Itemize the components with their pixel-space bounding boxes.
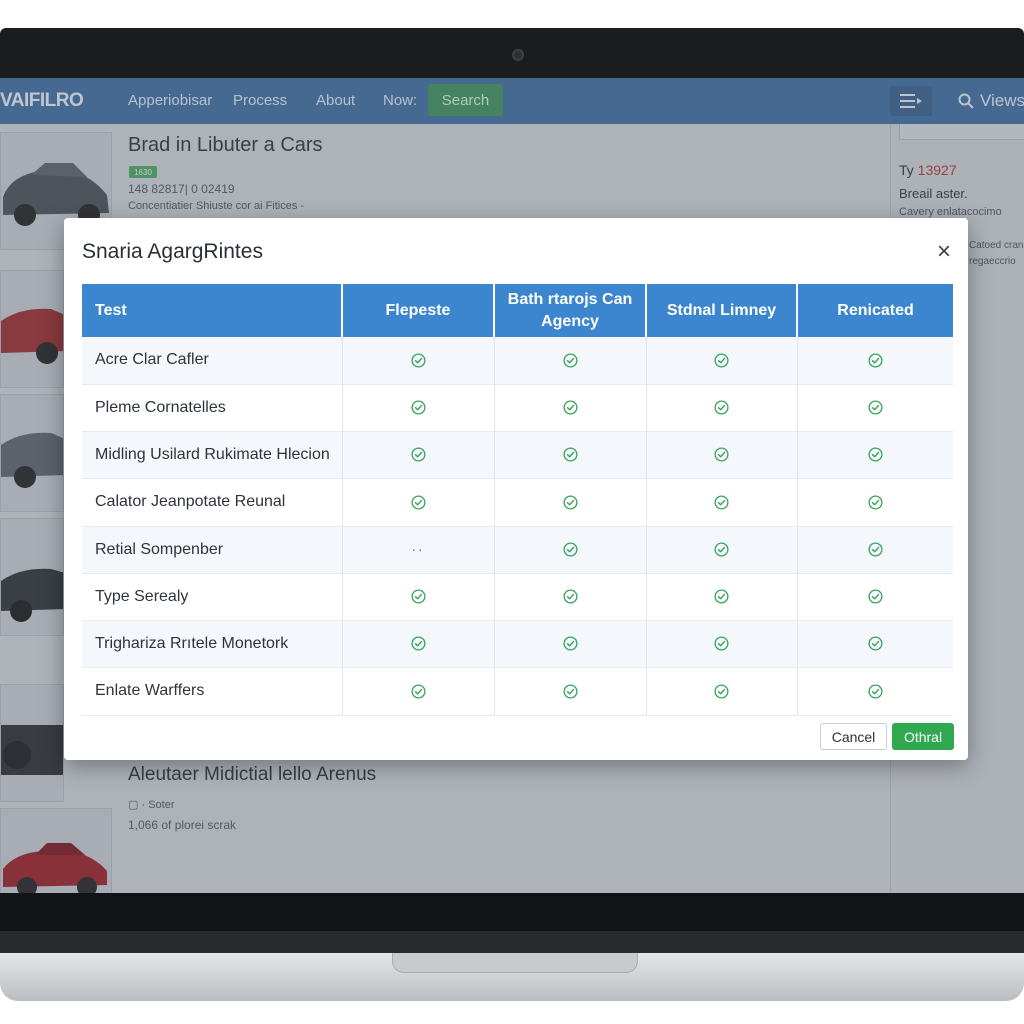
check-cell [797,620,953,669]
cancel-button[interactable]: Cancel [820,723,887,750]
check-circle-icon [562,684,578,699]
check-circle-icon [868,684,883,699]
check-cell [646,620,798,669]
check-cell [797,431,953,480]
check-cell [342,431,495,480]
check-circle-icon [714,400,729,415]
check-cell [494,620,647,669]
check-cell [797,337,953,385]
table-row: Retial Sompenber ·· [82,526,953,574]
check-circle-icon [562,542,578,557]
check-cell [797,667,953,716]
check-circle-icon [868,636,883,651]
screen-bezel [0,893,1024,931]
check-circle-icon [410,636,426,651]
confirm-button[interactable]: Othral [892,723,954,750]
check-cell [494,526,647,574]
check-circle-icon [562,636,578,651]
check-circle-icon [562,353,578,368]
table-row: Pleme Cornatelles [82,384,953,433]
row-label: Enlate Warffers [82,667,343,716]
row-label: Pleme Cornatelles [82,384,343,433]
row-label: Acre Clar Cafler [82,337,343,385]
check-cell [342,478,495,527]
lid-notch [392,953,638,973]
check-circle-icon [868,542,883,557]
modal-title: Snaria AgargRintes [82,240,263,263]
check-cell [646,478,798,527]
check-cell [494,667,647,716]
check-cell [646,573,798,622]
check-circle-icon [714,636,729,651]
check-cell [494,573,647,622]
check-circle-icon [868,495,883,510]
empty-cell: ·· [342,526,495,574]
check-cell [646,431,798,480]
check-cell [342,384,495,433]
check-circle-icon [410,684,426,699]
table-header-row: Test Flepeste Bath rtarojs Can Agency St… [82,284,953,337]
check-cell [494,431,647,480]
check-circle-icon [714,684,729,699]
laptop-hinge [0,931,1024,953]
check-circle-icon [562,589,578,604]
check-circle-icon [868,353,883,368]
table-row: Acre Clar Cafler [82,337,953,385]
check-cell [797,573,953,622]
check-circle-icon [562,400,578,415]
check-circle-icon [410,447,426,462]
check-cell [646,337,798,385]
check-circle-icon [714,542,729,557]
table-row: Calator Jeanpotate Reunal [82,478,953,527]
check-cell [342,620,495,669]
row-label: Trigharizа Rrıtele Monetork [82,620,343,669]
check-circle-icon [868,400,883,415]
column-header[interactable]: Renicated [797,284,953,337]
check-circle-icon [714,589,729,604]
check-circle-icon [714,495,729,510]
check-cell [342,337,495,385]
column-header[interactable]: Bath rtarojs Can Agency [494,284,647,337]
row-label: Midling Usilard Rukimate Hlecion [82,431,343,480]
dash-icon: ·· [411,540,425,557]
check-circle-icon [714,353,729,368]
check-cell [342,667,495,716]
check-circle-icon [410,589,426,604]
table-row: Type Serealy [82,573,953,622]
check-cell [646,667,798,716]
check-cell [342,573,495,622]
check-cell [646,526,798,574]
table-row: Trigharizа Rrıtele Monetork [82,620,953,669]
row-label: Retial Sompenber [82,526,343,574]
check-cell [494,384,647,433]
check-circle-icon [868,589,883,604]
table-row: Enlate Warffers [82,667,953,716]
check-circle-icon [714,447,729,462]
check-cell [797,384,953,433]
check-circle-icon [410,400,426,415]
webcam-icon [512,49,524,61]
check-circle-icon [410,495,426,510]
screen: VAIFILRO Apperiobisar Process About Now:… [0,78,1024,893]
check-circle-icon [410,353,426,368]
check-circle-icon [562,447,578,462]
column-header[interactable]: Stdnal Limney [646,284,798,337]
comparison-modal: Snaria AgargRintes × Test Flepeste Bath … [64,218,968,760]
table-row: Midling Usilard Rukimate Hlecion [82,431,953,480]
check-circle-icon [562,495,578,510]
check-cell [797,478,953,527]
check-cell [797,526,953,574]
close-icon[interactable]: × [930,238,958,266]
row-label: Type Serealy [82,573,343,622]
row-label: Calator Jeanpotate Reunal [82,478,343,527]
column-header[interactable]: Flepeste [342,284,495,337]
check-cell [646,384,798,433]
check-cell [494,337,647,385]
comparison-table: Test Flepeste Bath rtarojs Can Agency St… [82,284,953,716]
check-circle-icon [868,447,883,462]
column-header[interactable]: Test [82,284,343,337]
check-cell [494,478,647,527]
